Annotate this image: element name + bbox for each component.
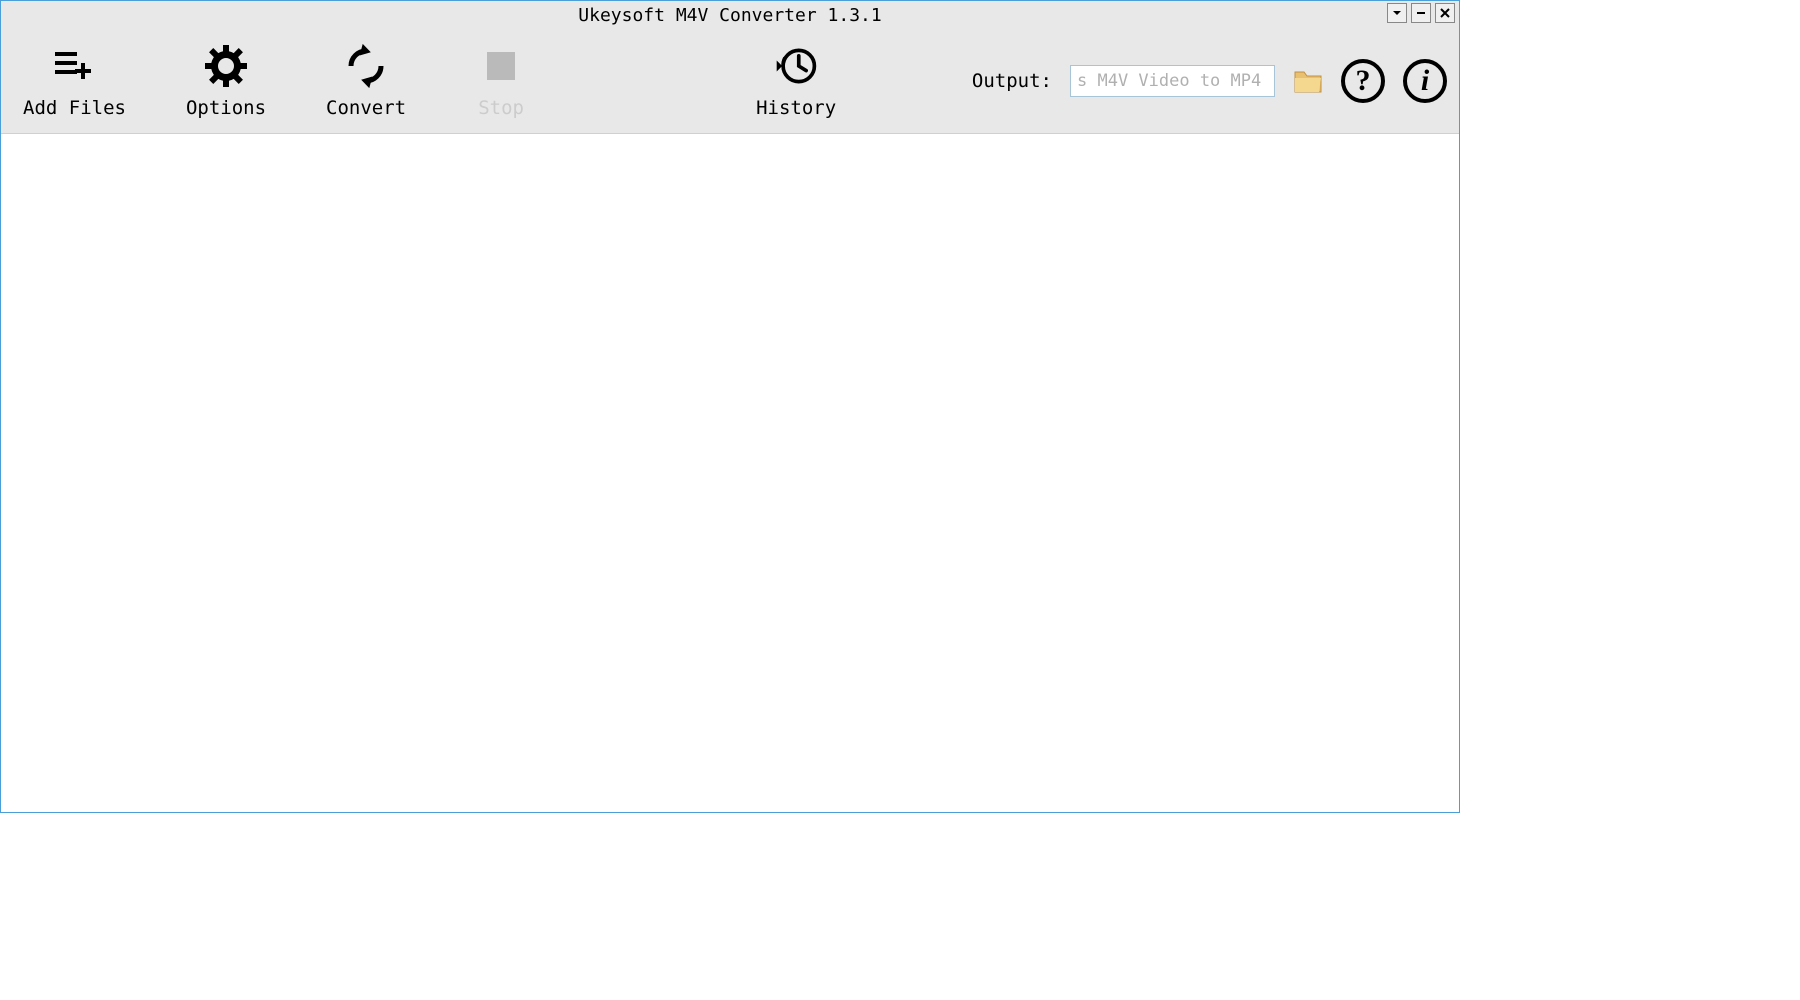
window-controls (1387, 3, 1455, 23)
convert-button[interactable]: Convert (326, 43, 406, 119)
content-area (1, 134, 1459, 812)
add-files-button[interactable]: Add Files (23, 43, 126, 119)
minimize-button[interactable] (1411, 3, 1431, 23)
sync-icon (343, 43, 389, 89)
help-button[interactable]: ? (1341, 59, 1385, 103)
info-icon: i (1421, 64, 1429, 98)
stop-icon (478, 43, 524, 89)
options-button[interactable]: Options (186, 43, 266, 119)
toolbar: Add Files Opti (1, 29, 1459, 134)
output-label: Output: (972, 70, 1052, 92)
menu-button[interactable] (1387, 3, 1407, 23)
browse-folder-button[interactable] (1293, 68, 1323, 94)
add-files-icon (51, 43, 97, 89)
window-title: Ukeysoft M4V Converter 1.3.1 (578, 5, 881, 26)
output-path-field[interactable]: s M4V Video to MP4 (1070, 65, 1275, 97)
help-icon: ? (1356, 64, 1371, 98)
history-button[interactable]: History (756, 43, 836, 119)
titlebar: Ukeysoft M4V Converter 1.3.1 (1, 1, 1459, 29)
close-button[interactable] (1435, 3, 1455, 23)
convert-label: Convert (326, 97, 406, 119)
stop-button: Stop (466, 43, 536, 119)
stop-label: Stop (478, 97, 524, 119)
gear-icon (203, 43, 249, 89)
output-path-value: s M4V Video to MP4 (1077, 71, 1261, 91)
history-icon (773, 43, 819, 89)
info-button[interactable]: i (1403, 59, 1447, 103)
options-label: Options (186, 97, 266, 119)
add-files-label: Add Files (23, 97, 126, 119)
history-label: History (756, 97, 836, 119)
